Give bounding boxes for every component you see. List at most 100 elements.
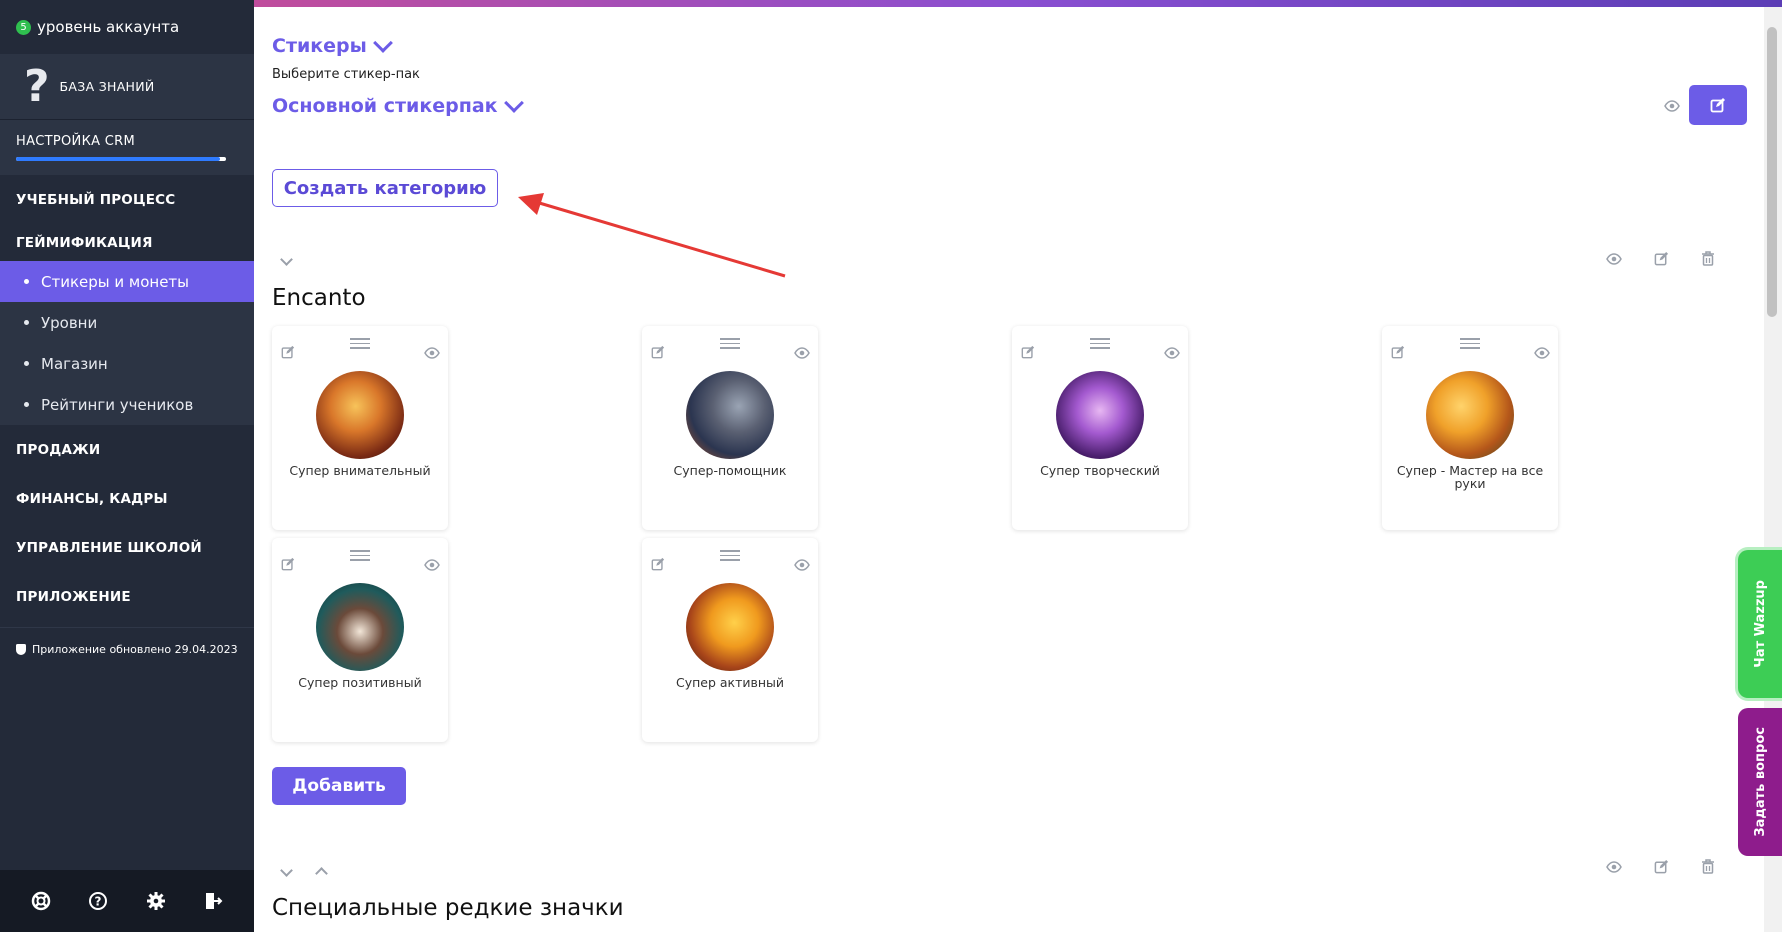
- nav-gamification[interactable]: ГЕЙМИФИКАЦИЯ: [0, 224, 254, 261]
- ask-question-label: Задать вопрос: [1752, 727, 1768, 837]
- eye-icon[interactable]: [1606, 252, 1622, 265]
- sticker-label: Супер активный: [675, 675, 785, 690]
- shield-icon: [16, 643, 26, 655]
- trash-icon[interactable]: [1701, 859, 1715, 874]
- nav-finance[interactable]: ФИНАНСЫ, КАДРЫ: [0, 474, 254, 523]
- crm-progress-bar: [16, 157, 226, 161]
- edit-icon[interactable]: [1391, 344, 1405, 363]
- settings-gear-icon[interactable]: [144, 889, 168, 913]
- selected-pack-label: Основной стикерпак: [272, 95, 498, 117]
- crm-setup-label: НАСТРОЙКА CRM: [16, 134, 135, 149]
- pack-visibility-eye-icon[interactable]: [1664, 97, 1680, 116]
- nav-sales[interactable]: ПРОДАЖИ: [0, 425, 254, 474]
- sticker-card[interactable]: Супер творческий: [1012, 326, 1188, 530]
- sidebar-item-levels[interactable]: Уровни: [0, 302, 254, 343]
- drag-handle-icon[interactable]: [1090, 338, 1110, 352]
- account-level-label: уровень аккаунта: [37, 18, 180, 36]
- sticker-image: [686, 371, 774, 459]
- eye-icon[interactable]: [424, 556, 440, 575]
- category-title: Специальные редкие значки: [272, 895, 624, 921]
- crm-setup[interactable]: НАСТРОЙКА CRM: [0, 119, 254, 175]
- sticker-image: [316, 371, 404, 459]
- sticker-card[interactable]: Супер внимательный: [272, 326, 448, 530]
- drag-handle-icon[interactable]: [720, 338, 740, 352]
- bullet-icon: [24, 402, 29, 407]
- eye-icon[interactable]: [424, 344, 440, 363]
- crm-progress-fill: [16, 157, 220, 161]
- create-category-button[interactable]: Создать категорию: [272, 169, 498, 207]
- stickers-dropdown[interactable]: Стикеры: [272, 32, 393, 57]
- edit-icon[interactable]: [651, 344, 665, 363]
- edit-icon[interactable]: [1654, 859, 1669, 874]
- sticker-card[interactable]: Супер активный: [642, 538, 818, 742]
- sticker-label: Супер - Мастер на все руки: [1396, 463, 1544, 491]
- wazzup-chat-tab[interactable]: Чат Wazzup: [1738, 550, 1782, 698]
- wazzup-chat-label: Чат Wazzup: [1752, 580, 1768, 668]
- eye-icon[interactable]: [1164, 344, 1180, 363]
- sidebar-item-shop[interactable]: Магазин: [0, 343, 254, 384]
- edit-icon[interactable]: [1021, 344, 1035, 363]
- bullet-icon: [24, 279, 29, 284]
- drag-handle-icon[interactable]: [1460, 338, 1480, 352]
- sticker-label: Супер-помощник: [673, 463, 787, 478]
- nav-learning[interactable]: УЧЕБНЫЙ ПРОЦЕСС: [0, 175, 254, 224]
- sticker-card[interactable]: Супер - Мастер на все руки: [1382, 326, 1558, 530]
- sidebar-item-ratings[interactable]: Рейтинги учеников: [0, 384, 254, 425]
- gamification-submenu: Стикеры и монеты Уровни Магазин Рейтинги…: [0, 261, 254, 425]
- bullet-icon: [24, 361, 29, 366]
- category-title: Encanto: [272, 285, 366, 311]
- sidebar: 5 уровень аккаунта ? БАЗА ЗНАНИЙ НАСТРОЙ…: [0, 0, 254, 932]
- drag-handle-icon[interactable]: [350, 338, 370, 352]
- account-level[interactable]: 5 уровень аккаунта: [0, 0, 254, 54]
- sticker-card[interactable]: Супер-помощник: [642, 326, 818, 530]
- move-up-chevron-icon[interactable]: [315, 867, 328, 880]
- app-updated-note: Приложение обновлено 29.04.2023: [0, 627, 254, 670]
- chevron-down-icon: [503, 92, 524, 113]
- bullet-icon: [24, 320, 29, 325]
- move-down-chevron-icon[interactable]: [280, 864, 293, 877]
- help-icon[interactable]: ?: [86, 889, 110, 913]
- edit-icon[interactable]: [281, 556, 295, 575]
- drag-handle-icon[interactable]: [350, 550, 370, 564]
- drag-handle-icon[interactable]: [720, 550, 740, 564]
- sidebar-item-label: Магазин: [41, 354, 108, 373]
- eye-icon[interactable]: [794, 556, 810, 575]
- edit-icon[interactable]: [1654, 251, 1669, 266]
- knowledge-base-link[interactable]: ? БАЗА ЗНАНИЙ: [0, 54, 254, 119]
- ask-question-tab[interactable]: Задать вопрос: [1738, 708, 1782, 856]
- sticker-image: [686, 583, 774, 671]
- eye-icon[interactable]: [1534, 344, 1550, 363]
- scrollbar-thumb[interactable]: [1767, 27, 1777, 317]
- eye-icon[interactable]: [794, 344, 810, 363]
- sticker-pack-select[interactable]: Основной стикерпак: [272, 92, 524, 117]
- lifebuoy-icon[interactable]: [29, 889, 53, 913]
- category-controls: [280, 863, 328, 880]
- logout-icon[interactable]: [201, 889, 225, 913]
- sidebar-item-stickers-coins[interactable]: Стикеры и монеты: [0, 261, 254, 302]
- svg-text:?: ?: [95, 895, 102, 909]
- edit-icon[interactable]: [651, 556, 665, 575]
- sticker-image: [316, 583, 404, 671]
- edit-pack-button[interactable]: [1689, 85, 1747, 125]
- app-updated-label: Приложение обновлено 29.04.2023: [32, 642, 238, 656]
- sticker-label: Супер позитивный: [298, 675, 422, 690]
- eye-icon[interactable]: [1606, 860, 1622, 873]
- top-gradient-bar: [254, 0, 1782, 7]
- sticker-card[interactable]: Супер позитивный: [272, 538, 448, 742]
- trash-icon[interactable]: [1701, 251, 1715, 266]
- collapse-chevron-icon[interactable]: [280, 253, 293, 266]
- sidebar-item-label: Стикеры и монеты: [41, 272, 190, 291]
- question-mark-icon: ?: [24, 60, 50, 112]
- add-sticker-button[interactable]: Добавить: [272, 767, 406, 805]
- chevron-down-icon: [372, 32, 393, 53]
- edit-icon[interactable]: [281, 344, 295, 363]
- nav-school-management[interactable]: УПРАВЛЕНИЕ ШКОЛОЙ: [0, 523, 254, 572]
- sticker-image: [1426, 371, 1514, 459]
- stickers-title: Стикеры: [272, 35, 367, 57]
- nav-app[interactable]: ПРИЛОЖЕНИЕ: [0, 572, 254, 621]
- category-actions: [1606, 251, 1715, 266]
- edit-icon: [1710, 98, 1725, 113]
- account-level-badge: 5: [16, 19, 31, 35]
- sticker-pack-label: Выберите стикер-пак: [272, 67, 420, 82]
- knowledge-base-label: БАЗА ЗНАНИЙ: [59, 79, 155, 94]
